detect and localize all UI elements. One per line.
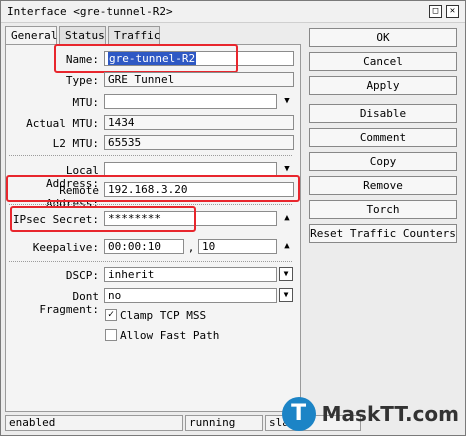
- keepalive-separator: ,: [187, 241, 195, 254]
- title-bar: Interface <gre-tunnel-R2> □ ✕: [1, 1, 465, 23]
- l2-mtu-field: 65535: [104, 135, 294, 150]
- remote-address-highlight: [6, 175, 300, 202]
- watermark: T MaskTT.com: [281, 397, 459, 431]
- ipsec-secret-highlight: [10, 206, 196, 232]
- actual-mtu-label: Actual MTU:: [26, 117, 99, 130]
- mtu-label: MTU:: [72, 96, 100, 109]
- chevron-down-icon[interactable]: ▼: [281, 95, 293, 107]
- dont-fragment-select[interactable]: no: [104, 288, 277, 303]
- dont-fragment-label: Dont Fragment:: [39, 290, 99, 316]
- separator: [9, 155, 292, 156]
- remove-button[interactable]: Remove: [309, 176, 457, 195]
- apply-button[interactable]: Apply: [309, 76, 457, 95]
- copy-button[interactable]: Copy: [309, 152, 457, 171]
- restore-icon[interactable]: □: [429, 5, 442, 18]
- chevron-down-icon[interactable]: ▼: [281, 163, 293, 175]
- actual-mtu-field: 1434: [104, 115, 294, 130]
- allow-fast-path-label: Allow Fast Path: [120, 329, 220, 342]
- window-title: Interface <gre-tunnel-R2>: [7, 5, 173, 18]
- cancel-button[interactable]: Cancel: [309, 52, 457, 71]
- interface-window: Interface <gre-tunnel-R2> □ ✕ General St…: [0, 0, 466, 436]
- type-label: Type:: [65, 74, 99, 87]
- tab-status[interactable]: Status: [59, 26, 106, 44]
- dropdown-icon[interactable]: ▼: [279, 288, 293, 302]
- separator: [9, 204, 292, 205]
- dscp-label: DSCP:: [65, 269, 99, 282]
- tab-traffic[interactable]: Traffic: [108, 26, 160, 44]
- keepalive-interval-input[interactable]: 00:00:10: [104, 239, 184, 254]
- status-enabled: enabled: [5, 415, 183, 431]
- mtu-input[interactable]: [104, 94, 277, 109]
- dropdown-icon[interactable]: ▼: [279, 267, 293, 281]
- keepalive-label: Keepalive:: [32, 241, 99, 254]
- status-running: running: [185, 415, 263, 431]
- chevron-up-icon[interactable]: ▲: [281, 212, 293, 224]
- allow-fast-path-checkbox[interactable]: [105, 329, 117, 341]
- clamp-tcp-mss-checkbox[interactable]: ✓: [105, 309, 117, 321]
- masktt-logo-icon: T: [281, 397, 316, 431]
- name-highlight: [54, 44, 238, 73]
- ok-button[interactable]: OK: [309, 28, 457, 47]
- type-field: GRE Tunnel: [104, 72, 294, 87]
- dscp-select[interactable]: inherit: [104, 267, 277, 282]
- chevron-up-icon[interactable]: ▲: [281, 240, 293, 252]
- keepalive-retries-input[interactable]: 10: [198, 239, 277, 254]
- close-icon[interactable]: ✕: [446, 5, 459, 18]
- clamp-tcp-mss-label: Clamp TCP MSS: [120, 309, 207, 322]
- l2-mtu-label: L2 MTU:: [52, 137, 99, 150]
- disable-button[interactable]: Disable: [309, 104, 457, 123]
- tab-general[interactable]: General: [5, 26, 57, 45]
- reset-traffic-counters-button[interactable]: Reset Traffic Counters: [309, 224, 457, 243]
- comment-button[interactable]: Comment: [309, 128, 457, 147]
- separator: [9, 261, 292, 262]
- torch-button[interactable]: Torch: [309, 200, 457, 219]
- watermark-text: MaskTT.com: [321, 402, 459, 426]
